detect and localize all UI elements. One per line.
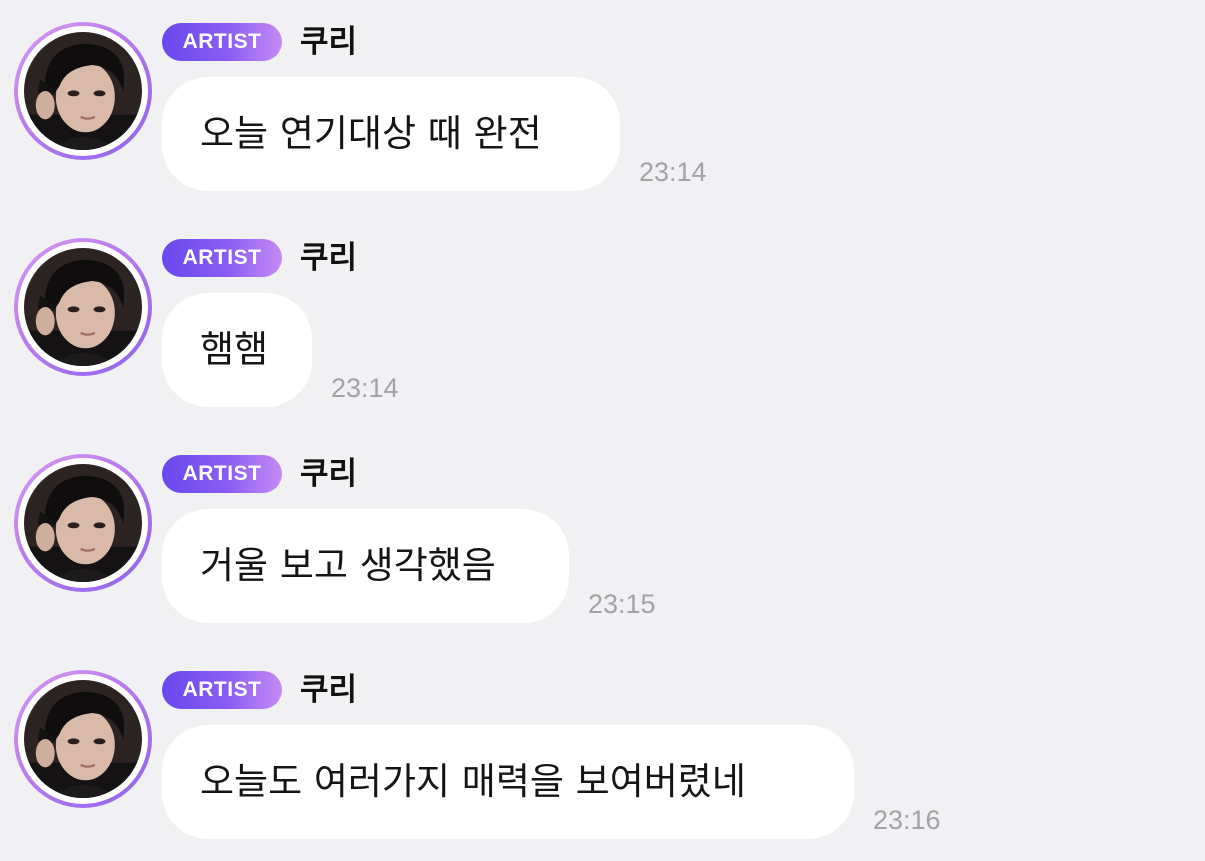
avatar-frame (18, 242, 148, 372)
message-row: ARTIST 쿠리 햄햄 23:14 (0, 216, 1205, 416)
artist-badge: ARTIST (162, 23, 282, 61)
sender-name[interactable]: 쿠리 (300, 668, 357, 712)
timestamp: 23:16 (873, 805, 941, 835)
message-bubble[interactable]: 오늘도 여러가지 매력을 보여버렸네 (162, 725, 854, 839)
avatar[interactable] (14, 22, 152, 160)
message-row: ARTIST 쿠리 오늘도 여러가지 매력을 보여버렸네 23:16 (0, 648, 1205, 848)
avatar[interactable] (14, 670, 152, 808)
avatar-frame (18, 674, 148, 804)
sender-name[interactable]: 쿠리 (300, 452, 357, 496)
avatar-photo (24, 680, 142, 798)
avatar-frame (18, 26, 148, 156)
chat-thread: ARTIST 쿠리 오늘 연기대상 때 완전 23:14 ARTIST 쿠리 햄… (0, 0, 1205, 861)
artist-badge: ARTIST (162, 671, 282, 709)
avatar-photo (24, 248, 142, 366)
message-bubble[interactable]: 오늘 연기대상 때 완전 (162, 77, 620, 191)
artist-badge: ARTIST (162, 239, 282, 277)
message-bubble[interactable]: 햄햄 (162, 293, 312, 407)
message-row: ARTIST 쿠리 오늘 연기대상 때 완전 23:14 (0, 0, 1205, 200)
avatar-photo (24, 32, 142, 150)
artist-badge: ARTIST (162, 455, 282, 493)
message-row: ARTIST 쿠리 거울 보고 생각했음 23:15 (0, 432, 1205, 632)
sender-name[interactable]: 쿠리 (300, 236, 357, 280)
avatar-photo (24, 464, 142, 582)
avatar-frame (18, 458, 148, 588)
timestamp: 23:15 (588, 589, 656, 619)
message-bubble[interactable]: 거울 보고 생각했음 (162, 509, 569, 623)
sender-name[interactable]: 쿠리 (300, 20, 357, 64)
timestamp: 23:14 (331, 373, 399, 403)
avatar[interactable] (14, 454, 152, 592)
avatar[interactable] (14, 238, 152, 376)
timestamp: 23:14 (639, 157, 707, 187)
